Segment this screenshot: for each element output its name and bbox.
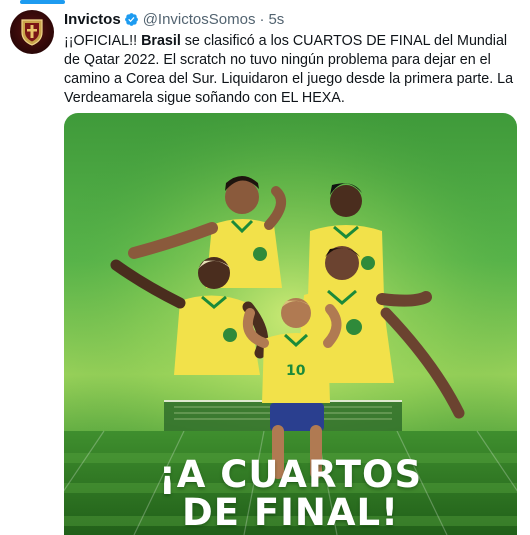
verified-badge-icon xyxy=(124,13,138,26)
club-crest-icon xyxy=(21,19,43,46)
headline-line-2: DE FINAL! xyxy=(182,491,399,534)
tweet-timestamp[interactable]: 5s xyxy=(268,11,284,28)
svg-text:10: 10 xyxy=(286,363,306,379)
author-name[interactable]: Invictos xyxy=(64,11,121,28)
tweet-text-part1: ¡¡OFICIAL!! xyxy=(64,33,142,49)
separator-dot: · xyxy=(259,11,265,28)
tweet-header: Invictos @InvictosSomos · 5s xyxy=(64,11,284,28)
avatar[interactable] xyxy=(10,10,54,54)
tweet-text-bold: Brasil xyxy=(141,33,181,49)
headline-line-1: ¡A CUARTOS xyxy=(158,453,423,496)
tweet-text: ¡¡OFICIAL!! Brasil se clasificó a los CU… xyxy=(64,32,516,108)
tweet-media-image[interactable]: 10 ¡A CUARTOS DE FINAL! xyxy=(64,113,517,535)
active-tab-indicator xyxy=(20,0,65,4)
author-handle[interactable]: @InvictosSomos xyxy=(143,11,256,28)
